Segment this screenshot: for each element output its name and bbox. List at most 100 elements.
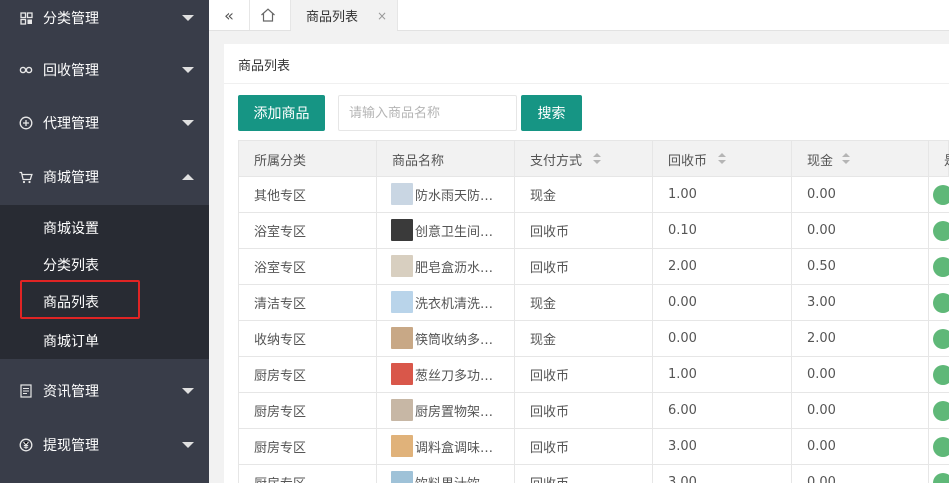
product-name: 创意卫生间… [415, 225, 494, 240]
status-toggle[interactable] [933, 221, 949, 241]
status-toggle[interactable] [933, 185, 949, 205]
divider [397, 0, 398, 30]
cell-text: 清洁专区 [254, 297, 307, 312]
sort-icon[interactable] [842, 153, 850, 165]
cell-pay-method: 回收币 [515, 357, 653, 392]
column-header-label: 所属分类 [254, 153, 307, 169]
product-thumbnail [391, 435, 413, 457]
sidebar-item-news[interactable]: 资讯管理 [0, 364, 209, 418]
sort-icon[interactable] [593, 153, 601, 165]
cell-text: 现金 [530, 297, 557, 312]
sidebar-item-category[interactable]: 分类管理 [0, 0, 209, 45]
cell-cash: 2.00 [792, 321, 929, 356]
cell-text: 回收币 [530, 405, 570, 420]
product-name: 筷筒收纳多… [415, 333, 494, 348]
cell-cash: 0.00 [792, 465, 929, 483]
column-header-label: 支付方式 [530, 153, 583, 169]
cell-category: 浴室专区 [239, 249, 377, 284]
cell-text: 0.00 [807, 187, 836, 202]
cell-cash: 0.00 [792, 393, 929, 428]
sidebar-item-label: 回收管理 [43, 63, 99, 79]
product-thumbnail [391, 255, 413, 277]
product-name: 肥皂盒沥水… [415, 261, 494, 276]
status-toggle[interactable] [933, 257, 949, 277]
add-product-button[interactable]: 添加商品 [238, 95, 325, 131]
cell-text: 浴室专区 [254, 225, 307, 240]
column-header-pay-method[interactable]: 支付方式 [515, 141, 653, 177]
column-header-label: 回收币 [668, 153, 708, 169]
column-header-category: 所属分类 [239, 141, 377, 177]
table-row: 其他专区 防水雨天防… 现金 1.00 0.00 [238, 177, 949, 213]
sidebar: 分类管理 回收管理 代理管理 商城管理 商城设置 分类列表 商品列表 商城订单 … [0, 0, 209, 483]
cell-text: 1.00 [668, 367, 697, 382]
product-name: 洗衣机清洗… [415, 297, 494, 312]
cell-coins: 0.00 [653, 321, 792, 356]
column-header-label: 商品名称 [392, 153, 445, 169]
home-icon[interactable] [259, 0, 277, 30]
status-toggle[interactable] [933, 329, 949, 349]
table-row: 厨房专区 厨房置物架… 回收币 6.00 0.00 [238, 393, 949, 429]
column-header-name: 商品名称 [377, 141, 515, 177]
withdraw-icon [19, 438, 33, 452]
cell-pay-method: 回收币 [515, 249, 653, 284]
sort-icon[interactable] [718, 153, 726, 165]
sidebar-item-shop[interactable]: 商城管理 [0, 150, 209, 204]
cell-coins: 1.00 [653, 357, 792, 392]
status-toggle[interactable] [933, 437, 949, 457]
status-toggle[interactable] [933, 365, 949, 385]
cell-coins: 0.00 [653, 285, 792, 320]
cell-coins: 2.00 [653, 249, 792, 284]
product-thumbnail [391, 471, 413, 483]
sidebar-item-recycle[interactable]: 回收管理 [0, 43, 209, 97]
sidebar-item-agent[interactable]: 代理管理 [0, 96, 209, 150]
submenu-item-label: 商城订单 [43, 333, 99, 350]
cell-name: 筷筒收纳多… [377, 321, 515, 356]
column-header-cash[interactable]: 现金 [792, 141, 929, 177]
cell-name: 肥皂盒沥水… [377, 249, 515, 284]
close-icon[interactable]: × [377, 9, 387, 23]
cell-text: 3.00 [668, 475, 697, 483]
cell-text: 3.00 [668, 439, 697, 454]
search-button[interactable]: 搜索 [521, 95, 582, 131]
status-toggle[interactable] [933, 473, 949, 483]
cell-text: 厨房专区 [254, 473, 306, 483]
submenu-item-shop-settings[interactable]: 商城设置 [0, 209, 209, 246]
search-input[interactable] [338, 95, 517, 131]
chevron-down-icon [182, 67, 194, 73]
cell-text: 0.00 [807, 223, 836, 238]
category-icon [19, 11, 33, 25]
cell-cash: 0.50 [792, 249, 929, 284]
cell-text: 3.00 [807, 295, 836, 310]
cell-coins: 0.10 [653, 213, 792, 248]
collapse-sidebar-icon[interactable]: « [219, 0, 239, 30]
cell-category: 清洁专区 [239, 285, 377, 320]
product-name: 厨房置物架… [415, 405, 494, 420]
sidebar-item-label: 分类管理 [43, 11, 99, 27]
submenu-item-category-list[interactable]: 分类列表 [0, 246, 209, 283]
cell-category: 厨房专区 [239, 393, 377, 428]
status-toggle[interactable] [933, 293, 949, 313]
cell-status [929, 321, 949, 356]
table-row: 清洁专区 洗衣机清洗… 现金 0.00 3.00 [238, 285, 949, 321]
divider [249, 0, 250, 30]
cell-category: 厨房专区 [239, 465, 377, 483]
cell-pay-method: 回收币 [515, 465, 653, 483]
cell-status [929, 393, 949, 428]
card-header: 商品列表 [224, 44, 949, 84]
submenu-item-shop-orders[interactable]: 商城订单 [0, 322, 209, 359]
cell-name: 调料盒调味… [377, 429, 515, 464]
cell-text: 回收币 [530, 261, 570, 276]
chevron-down-icon [182, 120, 194, 126]
tab-product-list[interactable]: 商品列表 × [291, 0, 397, 31]
cell-text: 回收币 [530, 473, 569, 483]
product-thumbnail [391, 399, 413, 421]
cell-cash: 0.00 [792, 177, 929, 212]
column-header-coins[interactable]: 回收币 [653, 141, 792, 177]
sidebar-item-withdraw[interactable]: 提现管理 [0, 418, 209, 472]
sidebar-item-label: 商城管理 [43, 170, 99, 186]
cell-category: 其他专区 [239, 177, 377, 212]
tab-label: 商品列表 [306, 10, 359, 25]
cell-status [929, 249, 949, 284]
table-row: 浴室专区 肥皂盒沥水… 回收币 2.00 0.50 [238, 249, 949, 285]
status-toggle[interactable] [933, 401, 949, 421]
